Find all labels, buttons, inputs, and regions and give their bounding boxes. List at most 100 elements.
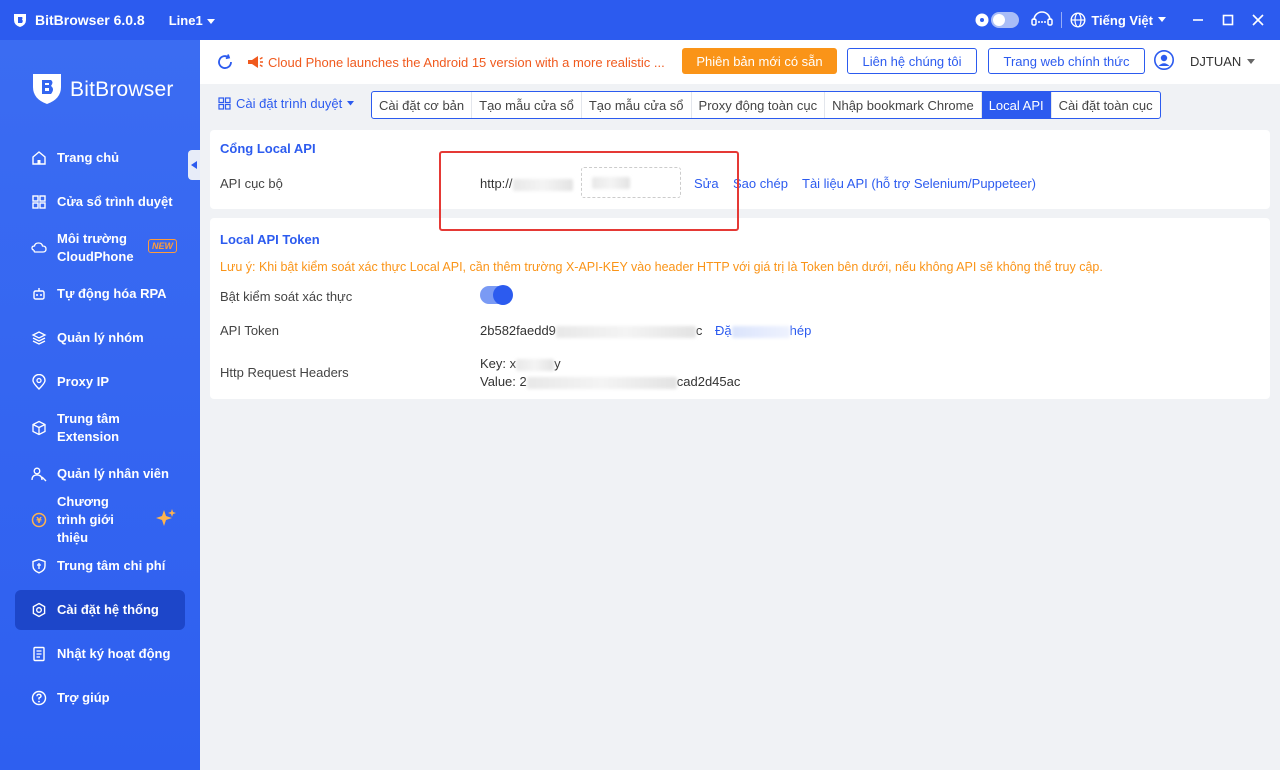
grid-icon — [218, 97, 231, 110]
sidebar-item-billing[interactable]: Trung tâm chi phí — [15, 546, 185, 586]
line-selector[interactable]: Line1 — [169, 13, 215, 28]
close-button[interactable] — [1246, 8, 1270, 32]
caret-down-icon — [1158, 17, 1166, 22]
cube-icon — [31, 420, 47, 436]
sidebar-item-label: Cửa sổ trình duyệt — [57, 194, 173, 209]
sidebar-item-label: Trợ giúp — [57, 690, 110, 705]
tab-global-dynamic-proxy[interactable]: Proxy động toàn cục — [692, 92, 826, 118]
disc-icon — [975, 13, 989, 27]
home-icon — [31, 150, 47, 166]
sidebar-item-home[interactable]: Trang chủ — [15, 138, 185, 178]
announcement-bar: Cloud Phone launches the Android 15 vers… — [200, 40, 1280, 84]
local-api-port-card: Cổng Local API API cục bộ http:// Sửa Sa… — [210, 130, 1270, 209]
users-icon — [31, 466, 47, 482]
auth-warning: Lưu ý: Khi bật kiểm soát xác thực Local … — [220, 260, 1103, 274]
caret-down-icon — [347, 101, 355, 106]
sparkle-icon — [155, 508, 177, 533]
sidebar-item-rpa[interactable]: Tự động hóa RPA — [15, 274, 185, 314]
tab-local-api[interactable]: Local API — [981, 92, 1052, 118]
brand-name: BitBrowser — [70, 77, 174, 101]
app-title: BitBrowser 6.0.8 — [35, 12, 145, 28]
sidebar-item-activity-log[interactable]: Nhật ký hoạt động — [15, 634, 185, 674]
sidebar-item-extensions[interactable]: Trung tâm Extension — [15, 406, 185, 450]
sidebar-item-label: Nhật ký hoạt động — [57, 646, 171, 661]
header-value-end: cad2d45ac — [676, 374, 741, 389]
tab-import-chrome-bookmarks[interactable]: Nhập bookmark Chrome — [825, 92, 982, 118]
contact-us-button[interactable]: Liên hệ chúng tôi — [847, 48, 977, 74]
toggle-switch[interactable] — [991, 12, 1020, 28]
sidebar-nav: Trang chủ Cửa sổ trình duyệt Môi trường … — [15, 138, 185, 722]
sidebar-item-browser-windows[interactable]: Cửa sổ trình duyệt — [15, 182, 185, 222]
grid-icon — [31, 194, 47, 210]
auth-toggle[interactable] — [480, 285, 513, 305]
bitbrowser-logo-icon — [30, 70, 64, 109]
megaphone-icon — [246, 54, 264, 70]
redacted-token — [555, 325, 696, 338]
globe-icon — [1070, 12, 1086, 28]
close-icon — [1252, 14, 1264, 26]
sidebar-item-label: Trung tâm Extension — [57, 411, 120, 444]
copy-link[interactable]: Sao chép — [733, 176, 788, 191]
maximize-icon — [1222, 14, 1234, 26]
location-icon — [31, 374, 47, 390]
language-selector[interactable]: Tiếng Việt — [1070, 12, 1166, 28]
token-action-link[interactable]: Đặ hép — [715, 323, 811, 338]
sidebar-item-cloudphone[interactable]: Môi trường CloudPhone NEW — [15, 226, 185, 270]
auth-toggle-label: Bật kiểm soát xác thực — [220, 289, 353, 304]
edit-link[interactable]: Sửa — [694, 176, 719, 191]
sidebar-item-proxy[interactable]: Proxy IP — [15, 362, 185, 402]
phone-icon — [31, 240, 47, 256]
redacted-action — [731, 325, 790, 338]
token-visible-end: c — [695, 323, 703, 338]
redacted-port — [592, 177, 630, 189]
user-menu[interactable]: DJTUAN — [1154, 50, 1256, 73]
refresh-icon[interactable] — [216, 53, 234, 71]
sidebar-item-label: Tự động hóa RPA — [57, 286, 167, 301]
minimize-button[interactable] — [1186, 8, 1210, 32]
layers-icon — [31, 330, 47, 346]
url-prefix: http:// — [480, 176, 513, 191]
sidebar-item-groups[interactable]: Quản lý nhóm — [15, 318, 185, 358]
tab-global-settings[interactable]: Cài đặt toàn cục — [1052, 92, 1160, 118]
sidebar-item-label: Proxy IP — [57, 374, 110, 389]
support-chat-icon[interactable] — [1031, 10, 1054, 30]
title-bar: BitBrowser 6.0.8 Line1 Tiếng Việt — [0, 0, 1280, 40]
official-website-button[interactable]: Trang web chính thức — [988, 48, 1145, 74]
settings-icon — [31, 602, 47, 618]
maximize-button[interactable] — [1216, 8, 1240, 32]
help-icon — [31, 690, 47, 706]
section-title: Cổng Local API — [220, 141, 316, 156]
minimize-icon — [1193, 19, 1203, 21]
new-version-button[interactable]: Phiên bản mới có sẵn — [682, 48, 837, 74]
collapse-sidebar-button[interactable] — [188, 150, 200, 180]
redacted-key — [516, 358, 555, 371]
tab-window-template[interactable]: Tạo mẫu cửa sổ — [472, 92, 582, 118]
sidebar-item-help[interactable]: Trợ giúp — [15, 678, 185, 718]
shield-icon — [31, 558, 47, 574]
api-docs-link[interactable]: Tài liệu API (hỗ trợ Selenium/Puppeteer) — [802, 176, 1036, 191]
tab-basic-settings[interactable]: Cài đặt cơ bản — [372, 92, 473, 118]
sidebar: BitBrowser Trang chủ Cửa sổ trình duyệt … — [0, 40, 200, 770]
header-key-start: Key: x — [480, 356, 517, 371]
theme-toggle[interactable] — [975, 12, 1020, 28]
header-key-end: y — [554, 356, 561, 371]
sidebar-item-label: Trang chủ — [57, 150, 120, 165]
sidebar-item-staff[interactable]: Quản lý nhân viên — [15, 454, 185, 494]
caret-down-icon — [1247, 58, 1256, 64]
redacted-value — [526, 376, 677, 389]
tab-window-template-2[interactable]: Tạo mẫu cửa sổ — [582, 92, 692, 118]
browser-settings-dropdown[interactable]: Cài đặt trình duyệt — [218, 96, 355, 111]
token-action-start: Đặ — [715, 323, 732, 338]
sidebar-item-system-settings[interactable]: Cài đặt hệ thống — [15, 590, 185, 630]
sidebar-item-referral[interactable]: ¥ Chương trình giới thiệu — [15, 494, 185, 545]
sidebar-item-label: Chương trình giới thiệu — [57, 494, 114, 545]
svg-text:¥: ¥ — [36, 516, 42, 525]
avatar-icon — [1154, 50, 1174, 73]
announcement-text[interactable]: Cloud Phone launches the Android 15 vers… — [268, 55, 676, 70]
local-api-label: API cục bộ — [220, 176, 283, 191]
robot-icon — [31, 286, 47, 302]
username: DJTUAN — [1190, 54, 1242, 69]
divider — [1061, 12, 1063, 28]
settings-tabs: Cài đặt cơ bản Tạo mẫu cửa sổ Tạo mẫu cử… — [371, 91, 1161, 119]
port-input[interactable] — [581, 167, 681, 198]
